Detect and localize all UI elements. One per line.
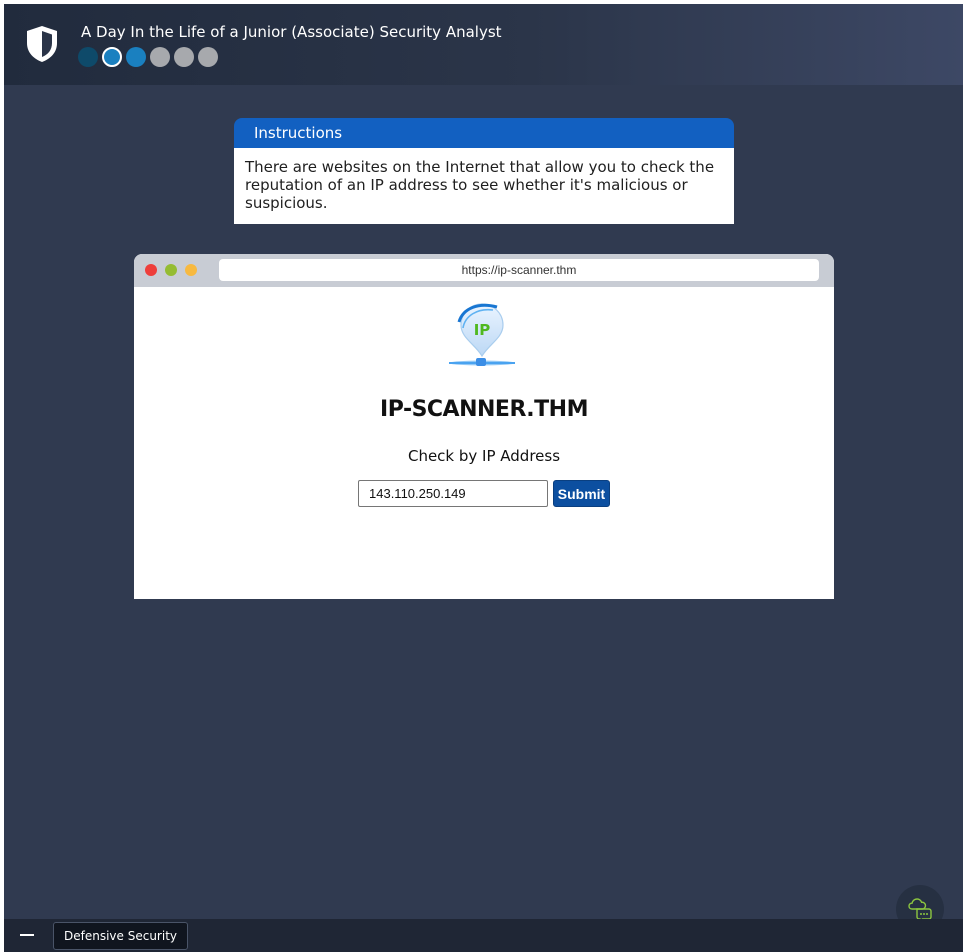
address-bar[interactable]: https://ip-scanner.thm [219, 259, 819, 281]
submit-button[interactable]: Submit [553, 480, 610, 507]
progress-steps [78, 47, 218, 67]
progress-step[interactable] [78, 47, 98, 67]
maximize-window-icon [165, 264, 177, 276]
ip-address-input[interactable] [358, 480, 548, 507]
ip-location-pin-icon: IP [449, 303, 515, 366]
shield-icon [27, 26, 57, 62]
browser-window: https://ip-scanner.thm IP IP-SCANNER.THM… [134, 254, 834, 599]
minimize-window-icon [185, 264, 197, 276]
check-ip-label: Check by IP Address [407, 447, 561, 465]
top-bar: A Day In the Life of a Junior (Associate… [4, 4, 963, 85]
progress-step[interactable] [150, 47, 170, 67]
category-tag[interactable]: Defensive Security [53, 922, 188, 950]
progress-step[interactable] [126, 47, 146, 67]
instructions-heading: Instructions [234, 118, 734, 148]
site-title: IP-SCANNER.THM [380, 397, 588, 422]
browser-toolbar: https://ip-scanner.thm [134, 254, 834, 287]
room-title: A Day In the Life of a Junior (Associate… [81, 23, 502, 41]
progress-step[interactable] [198, 47, 218, 67]
instructions-panel: Instructions There are websites on the I… [234, 118, 734, 224]
progress-step[interactable] [174, 47, 194, 67]
app-window: A Day In the Life of a Junior (Associate… [4, 4, 963, 952]
chat-bubbles-icon [908, 898, 932, 921]
bottom-bar: Defensive Security [4, 919, 963, 952]
close-window-icon [145, 264, 157, 276]
minimize-icon[interactable] [20, 934, 34, 936]
progress-step[interactable] [102, 47, 122, 67]
logo-text: IP [474, 321, 491, 339]
instructions-text: There are websites on the Internet that … [234, 148, 734, 224]
